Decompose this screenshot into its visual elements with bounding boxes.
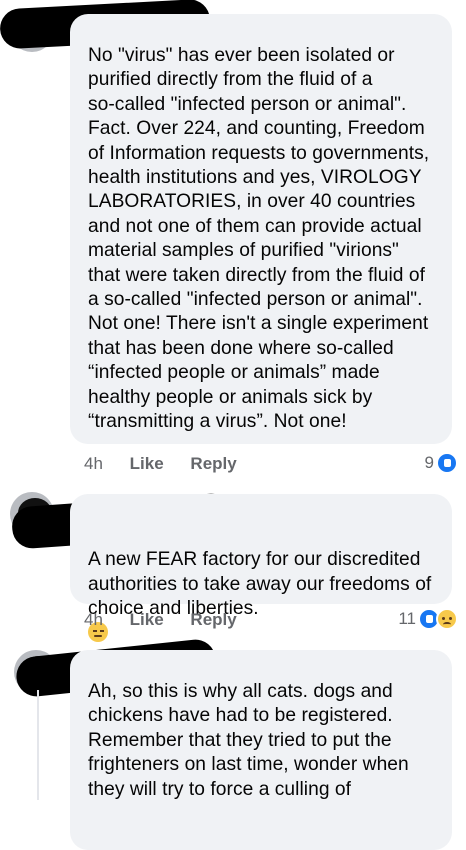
comment-text: Ah, so this is why all cats. dogs and ch… <box>88 681 409 800</box>
comment-actions: 4h Like Reply <box>84 454 259 474</box>
reaction-summary[interactable]: 9 <box>425 452 458 474</box>
reaction-count: 11 <box>398 609 416 628</box>
reply-button[interactable]: Reply <box>190 610 236 629</box>
sad-icon <box>436 608 458 630</box>
thread-line <box>37 690 39 800</box>
like-button[interactable]: Like <box>130 454 164 473</box>
comment-1: No "virus" has ever been isolated or pur… <box>0 0 466 480</box>
comment-text: No "virus" has ever been isolated or pur… <box>88 45 430 433</box>
comment-time[interactable]: 4h <box>84 454 103 473</box>
reaction-summary[interactable]: 11 <box>398 608 458 630</box>
comment-body: A new FEAR factory for our discredited a… <box>88 549 432 620</box>
comment-3: Ah, so this is why all cats. dogs and ch… <box>0 637 466 850</box>
like-icon <box>436 452 458 474</box>
reply-button[interactable]: Reply <box>190 454 236 473</box>
like-button[interactable]: Like <box>130 610 164 629</box>
reaction-count: 9 <box>424 453 434 472</box>
comment-2: A new FEAR factory for our discredited a… <box>0 486 466 646</box>
comment-time[interactable]: 4h <box>84 610 103 629</box>
comment-actions: 4h Like Reply <box>84 610 259 630</box>
